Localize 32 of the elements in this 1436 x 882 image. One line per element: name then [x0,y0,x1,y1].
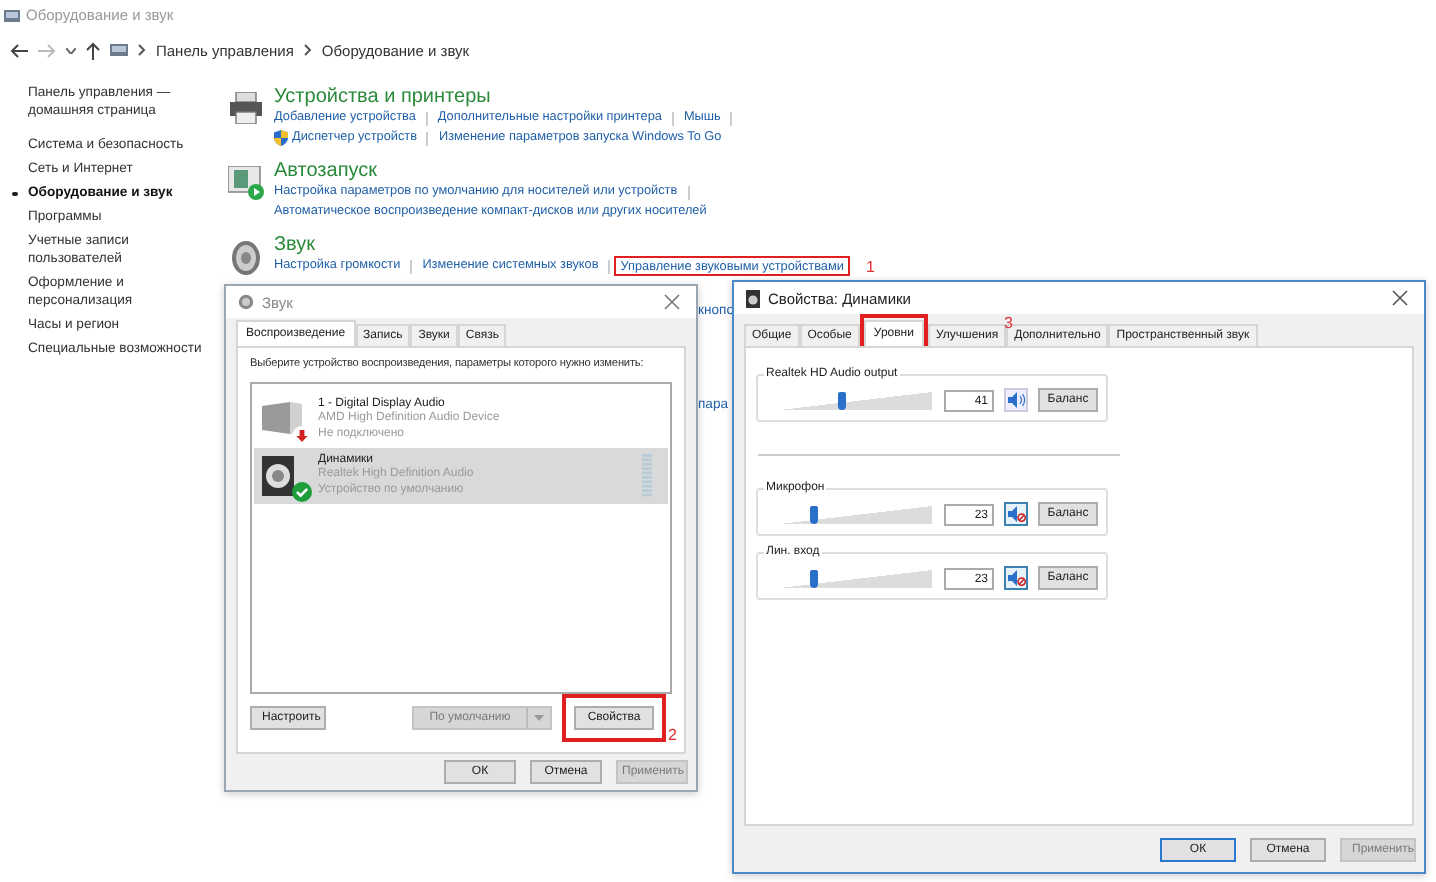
mute-button[interactable] [1004,566,1028,590]
slider-thumb[interactable] [838,391,847,409]
chevron-icon [303,44,312,56]
shield-icon [274,130,288,146]
autoplay-icon [228,166,264,200]
slider-thumb[interactable] [810,505,819,523]
muted-speaker-icon [1007,570,1025,586]
annotation-number: 2 [668,726,677,744]
close-icon[interactable] [664,294,680,310]
caret-icon[interactable] [66,47,76,53]
mute-button[interactable] [1004,388,1028,412]
annotation-number: 1 [865,257,875,275]
monitor-icon [262,402,302,438]
category-title[interactable]: Автозапуск [274,160,378,182]
level-meter [642,454,652,498]
up-arrow-icon[interactable] [86,41,100,59]
speaker-icon [238,294,254,310]
category-title[interactable]: Звук [274,234,316,256]
slider-thumb[interactable] [810,569,819,587]
muted-speaker-icon [1007,506,1025,522]
speaker-icon [230,240,262,276]
printer-icon [228,92,264,124]
chevron-icon [138,44,146,56]
close-icon[interactable] [1392,290,1408,306]
back-arrow-icon[interactable] [10,43,28,57]
category-title[interactable]: Устройства и принтеры [274,86,491,108]
control-panel-icon [110,42,128,58]
speaker-icon [262,456,298,496]
control-panel-icon [4,7,20,23]
speaker-icon [746,289,760,307]
mute-button[interactable] [1004,502,1028,526]
speaker-icon [1007,392,1025,408]
